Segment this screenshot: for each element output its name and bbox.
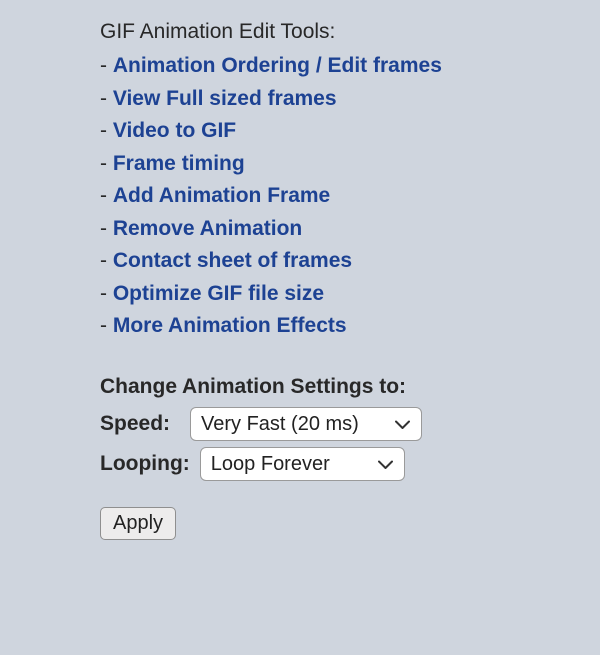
- list-item: - Contact sheet of frames: [100, 245, 600, 278]
- tool-link-optimize-gif[interactable]: Optimize GIF file size: [113, 282, 324, 305]
- list-item: - Add Animation Frame: [100, 180, 600, 213]
- tool-link-frame-timing[interactable]: Frame timing: [113, 152, 245, 175]
- apply-row: Apply: [100, 507, 600, 540]
- dash-prefix: -: [100, 152, 113, 175]
- speed-select[interactable]: Very Fast (20 ms): [190, 407, 422, 441]
- dash-prefix: -: [100, 217, 113, 240]
- list-item: - View Full sized frames: [100, 83, 600, 116]
- tool-link-video-to-gif[interactable]: Video to GIF: [113, 119, 236, 142]
- tool-link-contact-sheet[interactable]: Contact sheet of frames: [113, 249, 352, 272]
- speed-select-wrap: Very Fast (20 ms): [190, 407, 422, 441]
- tool-link-view-full-sized[interactable]: View Full sized frames: [113, 87, 337, 110]
- dash-prefix: -: [100, 54, 113, 77]
- tools-heading: GIF Animation Edit Tools:: [100, 20, 600, 44]
- list-item: - Video to GIF: [100, 115, 600, 148]
- tool-link-remove-animation[interactable]: Remove Animation: [113, 217, 302, 240]
- tool-link-animation-ordering[interactable]: Animation Ordering / Edit frames: [113, 54, 442, 77]
- tools-list: - Animation Ordering / Edit frames - Vie…: [100, 50, 600, 343]
- looping-row: Looping: Loop Forever: [100, 447, 600, 481]
- list-item: - Animation Ordering / Edit frames: [100, 50, 600, 83]
- dash-prefix: -: [100, 119, 113, 142]
- speed-label: Speed:: [100, 412, 180, 436]
- list-item: - Frame timing: [100, 148, 600, 181]
- looping-select[interactable]: Loop Forever: [200, 447, 405, 481]
- tool-link-add-animation-frame[interactable]: Add Animation Frame: [113, 184, 330, 207]
- dash-prefix: -: [100, 314, 113, 337]
- list-item: - Optimize GIF file size: [100, 278, 600, 311]
- looping-select-wrap: Loop Forever: [200, 447, 405, 481]
- dash-prefix: -: [100, 87, 113, 110]
- dash-prefix: -: [100, 249, 113, 272]
- apply-button[interactable]: Apply: [100, 507, 176, 540]
- dash-prefix: -: [100, 184, 113, 207]
- dash-prefix: -: [100, 282, 113, 305]
- list-item: - Remove Animation: [100, 213, 600, 246]
- speed-row: Speed: Very Fast (20 ms): [100, 407, 600, 441]
- settings-heading: Change Animation Settings to:: [100, 375, 600, 399]
- list-item: - More Animation Effects: [100, 310, 600, 343]
- tool-link-more-effects[interactable]: More Animation Effects: [113, 314, 347, 337]
- looping-label: Looping:: [100, 452, 190, 476]
